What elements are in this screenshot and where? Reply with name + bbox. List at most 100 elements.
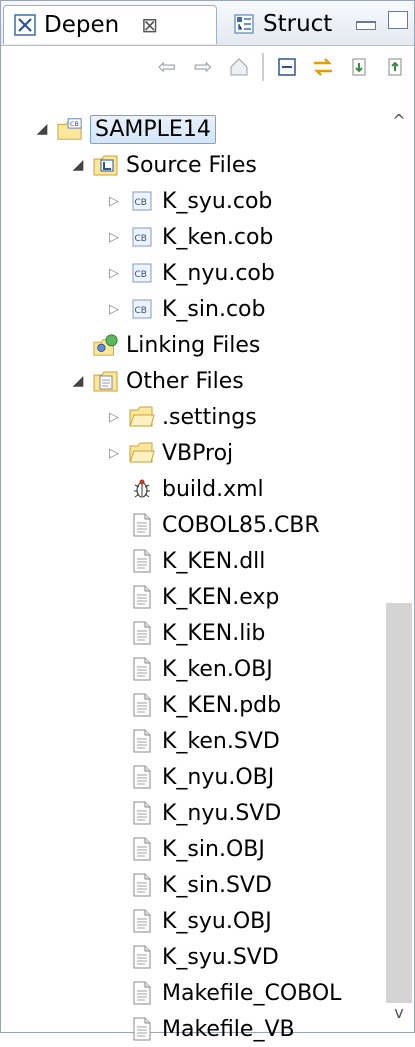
tree-item[interactable]: K_nyu.OBJ [105,759,274,795]
tree-item-label: K_sin.OBJ [162,836,265,862]
collapse-all-icon[interactable] [274,54,300,80]
tree-item-label: Linking Files [126,332,261,358]
text-file-icon [129,728,155,754]
tree-item[interactable]: ▷ CB K_sin.cob [105,291,265,327]
tree-item[interactable]: build.xml [105,471,264,507]
tree-item[interactable]: ▷ VBProj [105,435,233,471]
collapsed-twisty-icon[interactable]: ▷ [105,230,123,245]
tab-label: Depen [44,12,120,38]
move-up-icon[interactable] [382,54,408,80]
tree-item[interactable]: K_syu.SVD [105,939,279,975]
tree-item[interactable]: K_sin.OBJ [105,831,265,867]
dependency-view-icon [14,14,36,36]
text-file-icon [129,944,155,970]
other-files-icon [93,368,119,394]
text-file-icon [129,764,155,790]
dependency-view: Depen ⊠ Struct ⇦ ⇨ ◢ CB SAMPLE14 ◢ Sourc… [0,0,415,1042]
text-file-icon [129,1016,155,1042]
scroll-down-icon[interactable]: v [386,1003,412,1029]
folder-icon [129,440,155,466]
tree-item-label: K_syu.SVD [162,944,279,970]
link-with-editor-icon[interactable] [310,54,336,80]
tree-item-label: COBOL85.CBR [162,512,320,538]
back-arrow-icon[interactable]: ⇦ [154,54,180,80]
source-folder-icon [93,152,119,178]
tree-item-label: VBProj [162,440,234,466]
collapsed-twisty-icon[interactable]: ▷ [105,446,123,461]
tree-item[interactable]: K_syu.OBJ [105,903,272,939]
collapsed-twisty-icon[interactable]: ▷ [105,410,123,425]
tree-item[interactable]: ▷ CB K_ken.cob [105,219,273,255]
close-tab-icon[interactable]: ⊠ [141,13,158,37]
forward-arrow-icon[interactable]: ⇨ [190,54,216,80]
tree-item-label: K_KEN.dll [162,548,266,574]
tree-item-label: build.xml [162,476,264,502]
tree-item-label: Source Files [126,152,257,178]
scrollbar-thumb[interactable] [386,603,412,1003]
vertical-scrollbar[interactable]: ^ v [386,111,412,1029]
tree-item[interactable]: ▷ CB K_syu.cob [105,183,272,219]
collapsed-twisty-icon[interactable]: ▷ [105,194,123,209]
tree-item[interactable]: K_KEN.exp [105,579,279,615]
tree-item-label: K_syu.OBJ [162,908,272,934]
tree-item[interactable]: COBOL85.CBR [105,507,320,543]
tree-item-label: K_ken.OBJ [162,656,273,682]
tree-item[interactable]: K_ken.OBJ [105,651,273,687]
collapsed-twisty-icon[interactable]: ▷ [105,302,123,317]
tree-item-label: K_ken.cob [162,224,274,250]
scroll-up-icon[interactable]: ^ [386,111,412,137]
linking-files-icon [93,332,119,358]
view-window-controls [356,11,408,30]
home-icon[interactable] [226,54,252,80]
view-tab-strip: Depen ⊠ Struct [1,1,414,46]
tab-dependency[interactable]: Depen ⊠ [3,5,217,44]
tree-item[interactable]: K_sin.SVD [105,867,272,903]
tree-item-label: K_KEN.pdb [162,692,282,718]
ant-file-icon [129,476,155,502]
cob-file-icon: CB [129,224,155,250]
tree-item-label: Makefile_VB [162,1016,295,1042]
tab-structure[interactable]: Struct [223,5,341,43]
tree-item[interactable]: K_KEN.pdb [105,687,281,723]
text-file-icon [129,512,155,538]
tree-item[interactable]: K_nyu.SVD [105,795,281,831]
expanded-twisty-icon[interactable]: ◢ [69,373,87,389]
text-file-icon [129,980,155,1006]
cob-file-icon: CB [129,260,155,286]
tree-item-label: K_syu.cob [162,188,273,214]
minimize-icon[interactable] [356,21,376,30]
view-toolbar: ⇦ ⇨ [1,46,414,88]
cob-file-icon: CB [129,296,155,322]
svg-text:CB: CB [135,306,147,316]
tree-item-label: K_nyu.SVD [162,800,282,826]
tree-item-label: K_sin.SVD [162,872,272,898]
expanded-twisty-icon[interactable]: ◢ [69,157,87,173]
tree-item-label: K_ken.SVD [162,728,280,754]
tree-item[interactable]: ◢ Other Files [69,363,244,399]
text-file-icon [129,836,155,862]
tree-item[interactable]: Linking Files [69,327,260,363]
text-file-icon [129,908,155,934]
maximize-icon[interactable] [388,11,408,29]
tree-item[interactable]: Makefile_VB [105,1011,295,1047]
structure-view-icon [233,13,255,35]
tree-item-label: SAMPLE14 [90,114,216,144]
tree-item[interactable]: ◢ CB SAMPLE14 [33,111,216,147]
tree-item[interactable]: Makefile_COBOL [105,975,341,1011]
move-down-icon[interactable] [346,54,372,80]
tree-item[interactable]: K_KEN.lib [105,615,265,651]
svg-text:CB: CB [135,198,147,208]
tree-item-label: K_nyu.OBJ [162,764,275,790]
expanded-twisty-icon[interactable]: ◢ [33,121,51,137]
tree-item-label: K_sin.cob [162,296,266,322]
tree-item-label: Makefile_COBOL [162,980,342,1006]
svg-text:CB: CB [70,120,79,128]
text-file-icon [129,656,155,682]
tree-item[interactable]: ▷ .settings [105,399,257,435]
tree-item[interactable]: K_ken.SVD [105,723,280,759]
tree-item[interactable]: K_KEN.dll [105,543,265,579]
tree-item[interactable]: ▷ CB K_nyu.cob [105,255,275,291]
folder-icon [129,404,155,430]
tree-item[interactable]: ◢ Source Files [69,147,257,183]
collapsed-twisty-icon[interactable]: ▷ [105,266,123,281]
